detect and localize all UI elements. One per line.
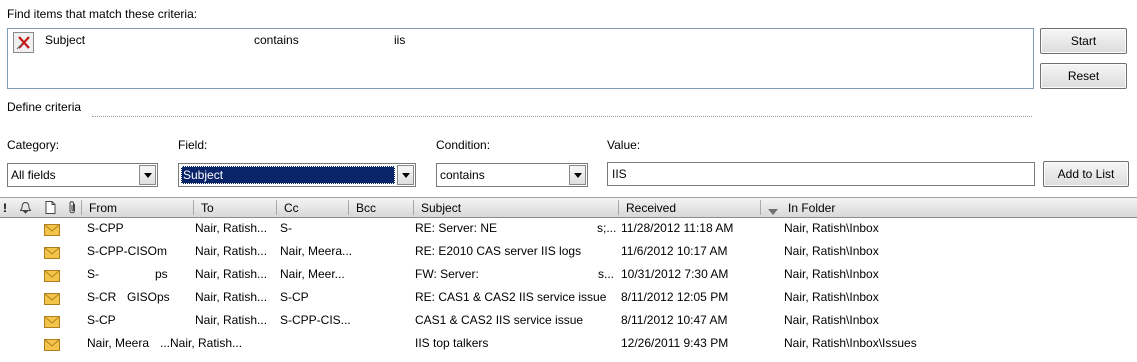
condition-label: Condition: [436, 138, 491, 152]
row-folder: Nair, Ratish\Inbox [784, 290, 879, 304]
chevron-down-icon[interactable] [569, 165, 586, 185]
row-folder: Nair, Ratish\Inbox [784, 244, 879, 258]
add-to-list-button[interactable]: Add to List [1043, 161, 1129, 187]
column-to[interactable]: To [201, 201, 214, 215]
row-to: Nair, Ratish... [195, 290, 268, 304]
row-folder: Nair, Ratish\Inbox [784, 221, 879, 235]
row-subject: RE: E2010 CAS server IIS logs [415, 244, 582, 258]
category-value: All fields [11, 168, 56, 182]
table-row[interactable]: Nair, Meera ...Nair, Ratish... IIS top t… [0, 333, 1137, 356]
category-dropdown[interactable]: All fields [7, 163, 158, 187]
envelope-icon [44, 270, 60, 285]
chevron-down-icon[interactable] [397, 165, 414, 185]
condition-dropdown[interactable]: contains [436, 163, 588, 187]
row-received: 12/26/2011 9:43 PM [621, 336, 729, 350]
row-received: 11/6/2012 10:17 AM [621, 244, 728, 258]
row-subject-tail: s... [598, 267, 615, 281]
define-criteria-label: Define criteria [7, 100, 82, 114]
row-cc: Nair, Meera... [280, 244, 352, 258]
row-from: S- [87, 267, 99, 281]
criteria-field: Subject [45, 33, 86, 47]
table-row[interactable]: S- ps Nair, Ratish... Nair, Meer... FW: … [0, 264, 1137, 287]
row-cc: S-CPP-CIS... [280, 313, 351, 327]
criteria-condition: contains [254, 33, 299, 47]
row-from-tail: ps [155, 267, 168, 281]
row-subject: FW: Server: [415, 267, 479, 281]
column-received[interactable]: Received [626, 201, 676, 215]
column-bcc[interactable]: Bcc [356, 201, 376, 215]
results-header: ! From To Cc Bcc Subject Received In Fol… [0, 197, 1137, 218]
criteria-heading: Find items that match these criteria: [7, 7, 198, 21]
table-row[interactable]: S-CR GISOps Nair, Ratish... S-CP RE: CAS… [0, 287, 1137, 310]
field-dropdown[interactable]: Subject [178, 163, 416, 187]
sort-descending-icon [768, 205, 779, 219]
envelope-icon [44, 339, 60, 354]
remove-criteria-button[interactable] [13, 32, 34, 53]
table-row[interactable]: S-CPP-CISOm Nair, Ratish... Nair, Meera.… [0, 241, 1137, 264]
field-value: Subject [181, 166, 395, 184]
document-icon[interactable] [45, 201, 56, 217]
row-from: S-CPP-CISOm [87, 244, 168, 258]
table-row[interactable]: S-CPP Nair, Ratish... S- RE: Server: NE … [0, 218, 1137, 241]
reminder-icon[interactable] [19, 201, 32, 217]
field-label: Field: [178, 138, 208, 152]
category-label: Category: [7, 138, 60, 152]
column-from[interactable]: From [89, 201, 117, 215]
table-row[interactable]: S-CP Nair, Ratish... S-CPP-CIS... CAS1 &… [0, 310, 1137, 333]
row-received: 8/11/2012 10:47 AM [621, 313, 728, 327]
row-to: Nair, Ratish... [195, 267, 268, 281]
row-from: S-CPP [87, 221, 124, 235]
column-subject[interactable]: Subject [421, 201, 461, 215]
value-input[interactable] [607, 162, 1035, 186]
row-to: Nair, Ratish... [195, 244, 268, 258]
envelope-icon [44, 316, 60, 331]
chevron-down-icon[interactable] [139, 165, 156, 185]
row-from: S-CP [87, 313, 116, 327]
row-subject-tail: s;... [597, 221, 617, 235]
row-to: ...Nair, Ratish... [160, 336, 243, 350]
row-folder: Nair, Ratish\Inbox [784, 313, 879, 327]
row-subject: RE: CAS1 & CAS2 IIS service issue [415, 290, 607, 304]
row-from: Nair, Meera [87, 336, 150, 350]
row-cc: S- [280, 221, 292, 235]
row-from: S-CR [87, 290, 117, 304]
remove-criteria-icon [16, 36, 30, 50]
row-cc: S-CP [280, 290, 309, 304]
row-folder: Nair, Ratish\Inbox [784, 267, 879, 281]
value-label: Value: [607, 138, 641, 152]
row-folder: Nair, Ratish\Inbox\Issues [784, 336, 917, 350]
reset-button[interactable]: Reset [1040, 63, 1127, 89]
column-in-folder[interactable]: In Folder [788, 201, 835, 215]
row-to: Nair, Ratish... [195, 313, 268, 327]
envelope-icon [44, 247, 60, 262]
row-received: 11/28/2012 11:18 AM [621, 221, 734, 235]
criteria-value: iis [394, 33, 406, 47]
row-cc: Nair, Meer... [280, 267, 345, 281]
row-received: 10/31/2012 7:30 AM [621, 267, 729, 281]
row-to: Nair, Ratish... [195, 221, 268, 235]
start-button[interactable]: Start [1040, 28, 1127, 54]
row-from-tail: GISOps [127, 290, 170, 304]
attachment-icon[interactable] [68, 200, 77, 218]
row-subject: RE: Server: NE [415, 221, 498, 235]
envelope-icon [44, 224, 60, 239]
condition-value: contains [440, 168, 485, 182]
column-cc[interactable]: Cc [284, 201, 299, 215]
row-subject: CAS1 & CAS2 IIS service issue [415, 313, 584, 327]
define-criteria-separator [92, 116, 1032, 117]
envelope-icon [44, 293, 60, 308]
row-subject: IIS top talkers [415, 336, 489, 350]
criteria-list[interactable]: Subject contains iis [7, 28, 1034, 89]
column-importance[interactable]: ! [3, 201, 7, 215]
row-received: 8/11/2012 12:05 PM [621, 290, 729, 304]
